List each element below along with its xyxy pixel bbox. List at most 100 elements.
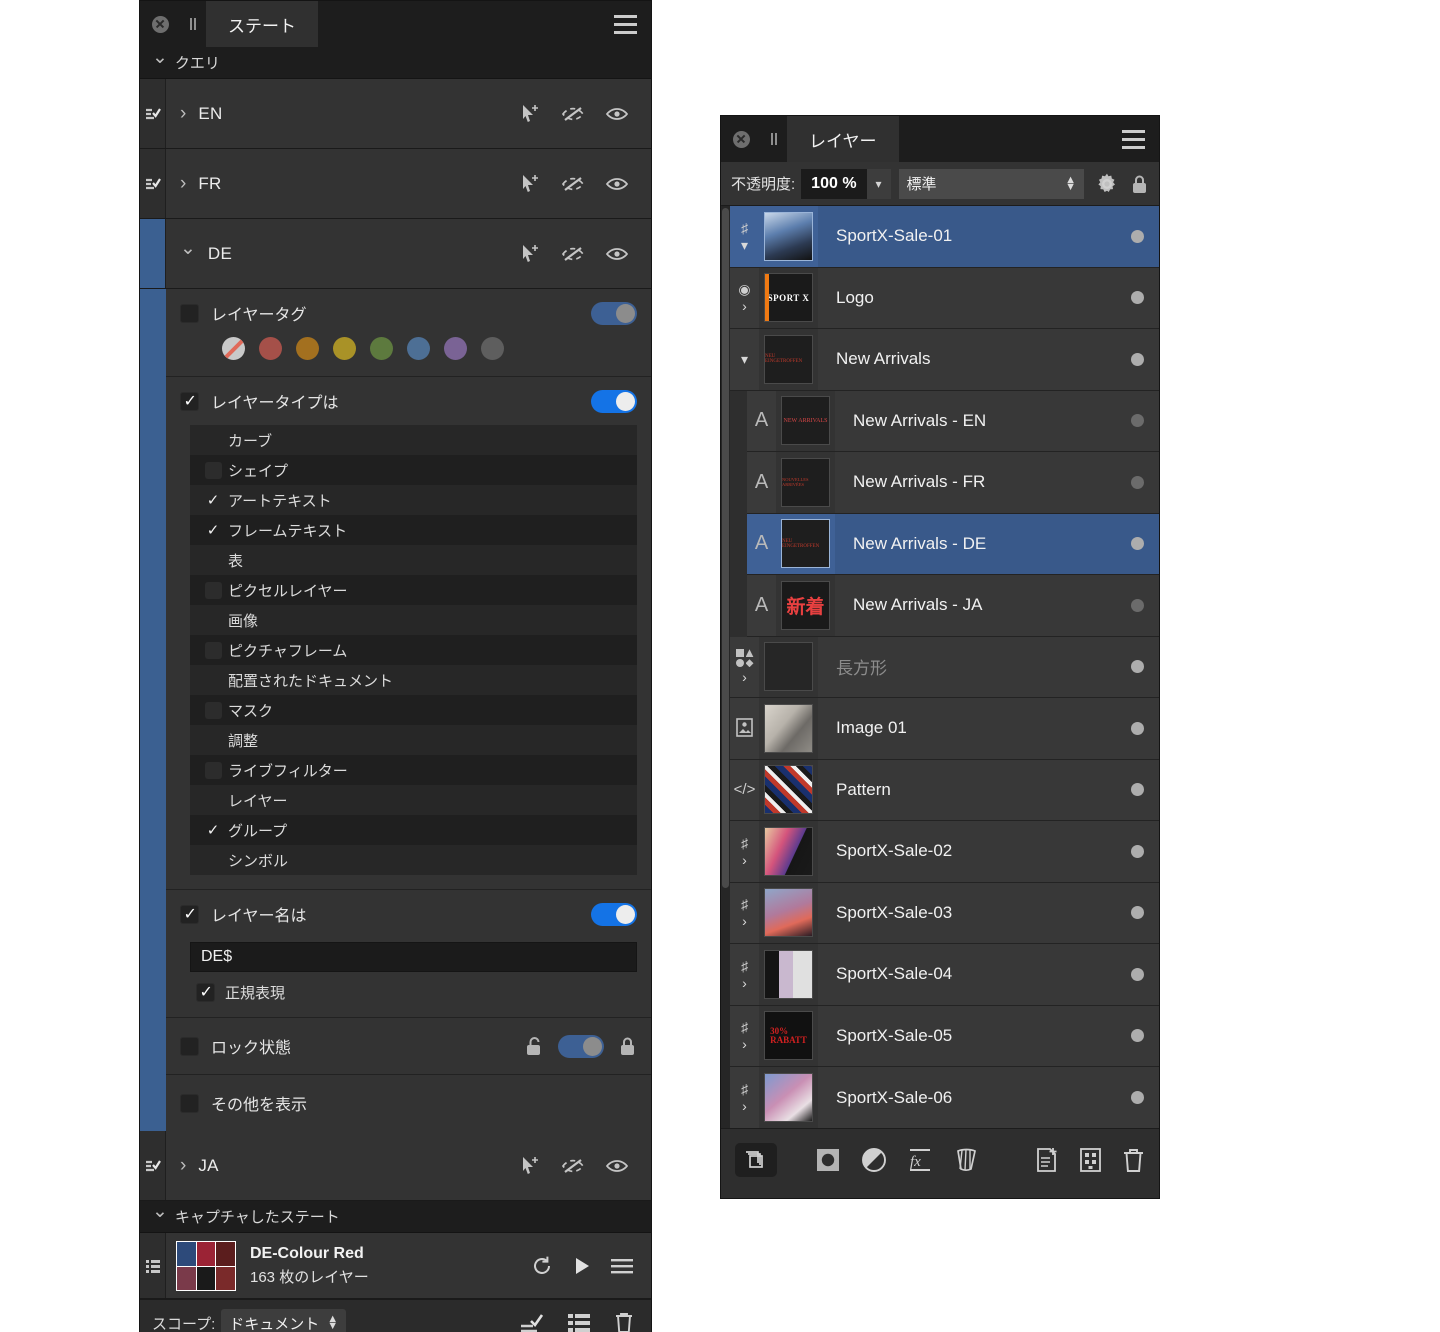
swatch-none[interactable] — [222, 337, 245, 360]
layer-row[interactable]: ♯ › SportX-Sale-06 — [730, 1067, 1159, 1128]
type-option[interactable]: ライブフィルター — [190, 755, 637, 785]
layer-row[interactable]: ♯ ▾ SportX-Sale-01 — [730, 206, 1159, 268]
layers-scrollbar-thumb[interactable] — [722, 208, 729, 888]
live-filter-icon[interactable] — [953, 1147, 979, 1173]
layer-row[interactable]: ♯ › SportX-Sale-04 — [730, 944, 1159, 1006]
menu-icon[interactable] — [611, 1258, 633, 1274]
layer-tag-toggle[interactable] — [591, 301, 637, 325]
layers-list[interactable]: ♯ ▾ SportX-Sale-01 ◉ › SPORT X Logo ▾ NE… — [721, 206, 1159, 1128]
symbol-icon-group[interactable]: ◉ › — [730, 267, 759, 328]
fx-icon[interactable]: fx — [907, 1147, 933, 1173]
chevron-right-icon[interactable] — [180, 104, 186, 123]
layer-row[interactable]: ♯ › 30% RABATT SportX-Sale-05 — [730, 1005, 1159, 1067]
layer-type-toggle[interactable] — [591, 389, 637, 413]
artboard-icon-group[interactable]: ♯ › — [730, 1005, 759, 1066]
layer-row[interactable]: A 新着 New Arrivals - JA — [747, 575, 1159, 637]
group-expander[interactable]: ▾ — [730, 329, 759, 390]
eye-slash-icon[interactable] — [561, 245, 585, 263]
query-row-en[interactable]: EN — [140, 79, 651, 149]
show-other-checkbox[interactable] — [180, 1093, 199, 1113]
type-option[interactable]: シェイプ — [190, 455, 637, 485]
layer-name-checkbox[interactable] — [180, 904, 199, 924]
reset-icon[interactable] — [531, 1255, 553, 1277]
type-option[interactable]: 調整 — [190, 725, 637, 755]
chevron-down-icon[interactable]: ▾ — [741, 238, 748, 252]
type-option[interactable]: 配置されたドキュメント — [190, 665, 637, 695]
layer-tag-checkbox[interactable] — [180, 303, 199, 323]
scope-select[interactable]: ドキュメント ▲ ▼ — [221, 1309, 347, 1332]
layer-visibility-toggle[interactable] — [1115, 268, 1159, 329]
captured-list-icon[interactable] — [140, 1233, 166, 1298]
eye-icon[interactable] — [605, 1158, 629, 1174]
swatch-yellow[interactable] — [333, 337, 356, 360]
gear-icon[interactable] — [1096, 173, 1118, 195]
lock-icon[interactable] — [1130, 173, 1149, 195]
opacity-dropdown-icon[interactable]: ▾ — [866, 168, 891, 199]
type-option[interactable]: ピクセルレイヤー — [190, 575, 637, 605]
layer-row[interactable]: ◉ › SPORT X Logo — [730, 267, 1159, 329]
artboard-icon-group[interactable]: ♯ › — [730, 944, 759, 1005]
type-option[interactable]: ピクチャフレーム — [190, 635, 637, 665]
list-icon[interactable] — [567, 1312, 591, 1332]
artboard-icon-group[interactable]: ♯ › — [730, 882, 759, 943]
layer-row[interactable]: › 長方形 — [730, 636, 1159, 698]
layer-visibility-toggle[interactable] — [1115, 206, 1159, 267]
adjustment-icon[interactable] — [861, 1147, 887, 1173]
layer-visibility-toggle[interactable] — [1115, 452, 1159, 513]
type-option[interactable]: マスク — [190, 695, 637, 725]
shape-icon-group[interactable]: › — [730, 636, 759, 697]
layer-visibility-toggle[interactable] — [1115, 329, 1159, 390]
chevron-right-icon[interactable]: › — [742, 976, 747, 990]
layer-row[interactable]: Image 01 — [730, 698, 1159, 760]
layer-visibility-toggle[interactable] — [1115, 821, 1159, 882]
swatch-purple[interactable] — [444, 337, 467, 360]
layer-row[interactable]: ▾ NEU EINGETROFFEN New Arrivals — [730, 329, 1159, 391]
lock-state-checkbox[interactable] — [180, 1036, 199, 1056]
layer-type-checkbox[interactable] — [180, 391, 199, 411]
layer-visibility-toggle[interactable] — [1115, 637, 1159, 698]
type-option[interactable]: 表 — [190, 545, 637, 575]
chevron-right-icon[interactable]: › — [742, 299, 747, 313]
chevron-right-icon[interactable] — [180, 1156, 186, 1175]
layer-visibility-toggle[interactable] — [1115, 514, 1159, 575]
type-option[interactable]: レイヤー — [190, 785, 637, 815]
layer-row[interactable]: ♯ › SportX-Sale-03 — [730, 882, 1159, 944]
query-row-de[interactable]: DE — [140, 219, 651, 289]
type-option[interactable]: 画像 — [190, 605, 637, 635]
artboard-icon-group[interactable]: ♯ › — [730, 821, 759, 882]
chevron-right-icon[interactable]: › — [742, 914, 747, 928]
add-layer-icon[interactable] — [1035, 1147, 1059, 1173]
query-apply-icon[interactable] — [140, 1131, 166, 1200]
layer-name-toggle[interactable] — [591, 902, 637, 926]
select-cursor-icon[interactable] — [519, 243, 541, 265]
layer-visibility-toggle[interactable] — [1115, 944, 1159, 1005]
trash-icon[interactable] — [1122, 1147, 1145, 1173]
query-apply-icon[interactable] — [140, 149, 166, 218]
unlock-icon[interactable] — [525, 1035, 544, 1057]
layer-row[interactable]: </> Pattern — [730, 759, 1159, 821]
mask-icon[interactable] — [815, 1147, 841, 1173]
select-cursor-icon[interactable] — [519, 1155, 541, 1177]
lock-icon[interactable] — [618, 1035, 637, 1057]
regex-checkbox[interactable] — [196, 982, 215, 1002]
swatch-grey[interactable] — [481, 337, 504, 360]
type-option[interactable]: カーブ — [190, 425, 637, 455]
layer-row[interactable]: A NEW ARRIVALS New Arrivals - EN — [747, 390, 1159, 452]
swatch-orange[interactable] — [296, 337, 319, 360]
tab-states[interactable]: ステート — [206, 1, 318, 47]
trash-icon[interactable] — [613, 1311, 635, 1332]
hamburger-icon[interactable] — [599, 1, 651, 47]
section-header-query[interactable]: クエリ — [140, 47, 651, 79]
layers-stack-icon[interactable] — [735, 1142, 777, 1177]
chevron-right-icon[interactable]: › — [742, 1099, 747, 1113]
lock-state-toggle[interactable] — [558, 1034, 604, 1058]
layer-visibility-toggle[interactable] — [1115, 1067, 1159, 1128]
query-row-ja[interactable]: JA — [140, 1131, 651, 1201]
panel-drag-handle-icon[interactable] — [180, 1, 206, 47]
layer-visibility-toggle[interactable] — [1115, 1006, 1159, 1067]
eye-icon[interactable] — [605, 106, 629, 122]
layer-visibility-toggle[interactable] — [1115, 883, 1159, 944]
artboard-icon-group[interactable]: ♯ › — [730, 1067, 759, 1128]
layers-scrollbar[interactable] — [721, 206, 730, 1128]
chevron-right-icon[interactable] — [180, 174, 186, 193]
